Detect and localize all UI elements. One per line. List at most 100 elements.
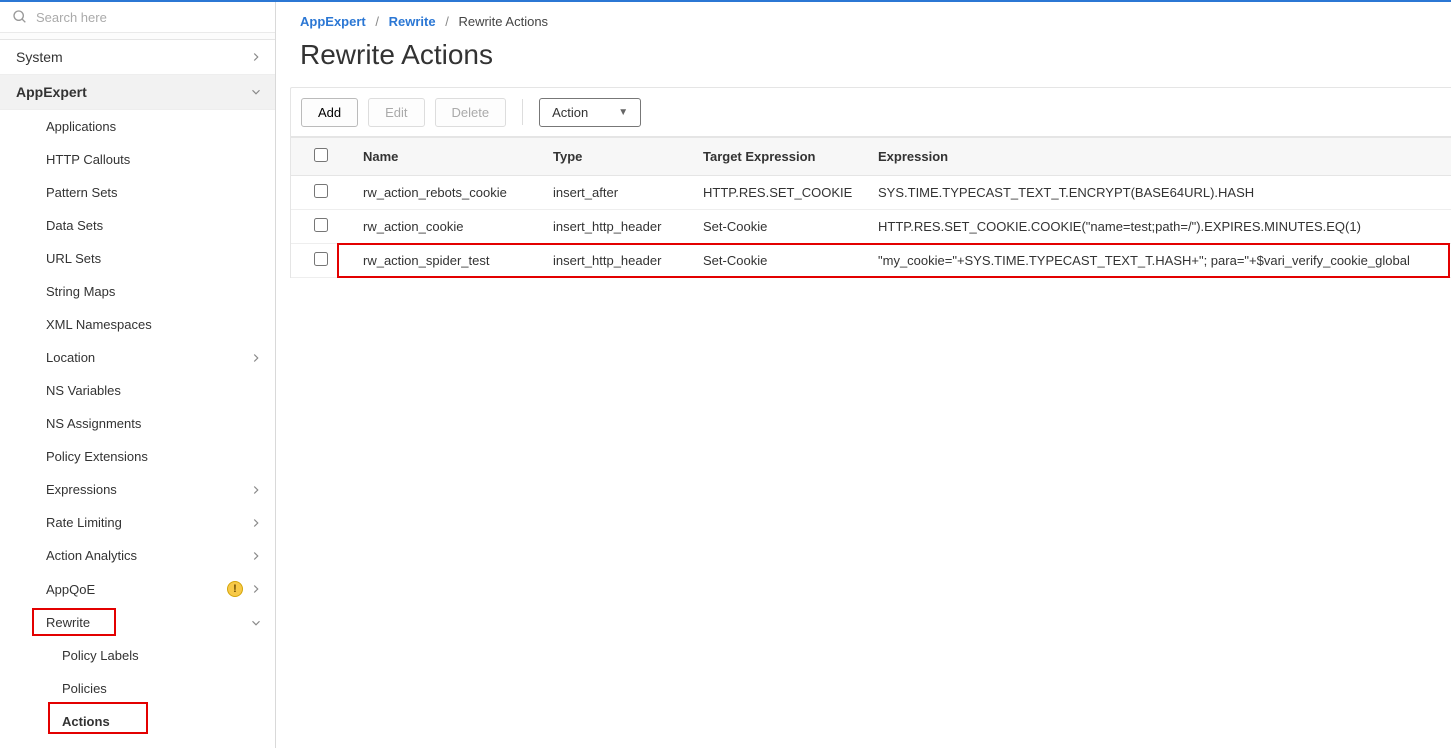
chevron-right-icon (249, 549, 263, 563)
search-icon (12, 9, 28, 25)
toolbar: Add Edit Delete Action ▼ (290, 87, 1451, 137)
sidebar-item-label: Policy Extensions (46, 449, 263, 464)
search-bar[interactable] (0, 2, 275, 33)
add-button[interactable]: Add (301, 98, 358, 127)
sidebar-item-expressions[interactable]: Expressions (0, 473, 275, 506)
sidebar-item-url-sets[interactable]: URL Sets (0, 242, 275, 275)
sidebar-item-label: Location (46, 350, 249, 365)
breadcrumb-sep: / (445, 14, 449, 29)
table-row[interactable]: rw_action_rebots_cookieinsert_afterHTTP.… (291, 176, 1451, 210)
sidebar-item-label: Rate Limiting (46, 515, 249, 530)
breadcrumb-sep: / (375, 14, 379, 29)
sidebar-item-appexpert[interactable]: AppExpert (0, 75, 275, 110)
cell-target: Set-Cookie (691, 210, 866, 244)
cell-target: Set-Cookie (691, 244, 866, 278)
table-row[interactable]: rw_action_spider_testinsert_http_headerS… (291, 244, 1451, 278)
sidebar-item-pattern-sets[interactable]: Pattern Sets (0, 176, 275, 209)
warning-icon: ! (227, 581, 243, 597)
row-checkbox-cell (291, 244, 351, 278)
chevron-right-icon (249, 582, 263, 596)
sidebar-item-label: Applications (46, 119, 263, 134)
edit-button[interactable]: Edit (368, 98, 424, 127)
chevron-right-icon (249, 50, 263, 64)
action-dropdown-label: Action (552, 105, 588, 120)
cell-target: HTTP.RES.SET_COOKIE (691, 176, 866, 210)
cell-name: rw_action_rebots_cookie (351, 176, 541, 210)
sidebar-item-label: URL Sets (46, 251, 263, 266)
annotation-highlight (48, 702, 148, 734)
sidebar-item-policies[interactable]: Policies (0, 672, 275, 705)
sidebar-item-location[interactable]: Location (0, 341, 275, 374)
header-checkbox-cell (291, 138, 351, 176)
sidebar-item-appqoe[interactable]: AppQoE! (0, 572, 275, 606)
sidebar-item-applications[interactable]: Applications (0, 110, 275, 143)
header-type[interactable]: Type (541, 138, 691, 176)
chevron-right-icon (249, 483, 263, 497)
row-checkbox[interactable] (314, 184, 328, 198)
sidebar-item-label: AppExpert (16, 84, 249, 100)
action-dropdown[interactable]: Action ▼ (539, 98, 641, 127)
search-input[interactable] (36, 10, 263, 25)
sidebar-item-label: System (16, 49, 249, 65)
sidebar-item-label: NS Variables (46, 383, 263, 398)
row-checkbox-cell (291, 176, 351, 210)
sidebar-item-rewrite[interactable]: Rewrite (0, 606, 275, 639)
select-all-checkbox[interactable] (314, 148, 328, 162)
breadcrumb-current: Rewrite Actions (458, 14, 548, 29)
sidebar-item-string-maps[interactable]: String Maps (0, 275, 275, 308)
header-expression[interactable]: Expression (866, 138, 1451, 176)
row-checkbox-cell (291, 210, 351, 244)
sidebar-item-label: NS Assignments (46, 416, 263, 431)
sidebar-item-action-analytics[interactable]: Action Analytics (0, 539, 275, 572)
sidebar-item-ns-variables[interactable]: NS Variables (0, 374, 275, 407)
sidebar-item-label: Action Analytics (46, 548, 249, 563)
sidebar-item-label: HTTP Callouts (46, 152, 263, 167)
sidebar-item-label: Data Sets (46, 218, 263, 233)
cell-expression: "my_cookie="+SYS.TIME.TYPECAST_TEXT_T.HA… (866, 244, 1451, 278)
sidebar: System AppExpert Applications HTTP Callouts… (0, 2, 276, 748)
cell-type: insert_http_header (541, 210, 691, 244)
breadcrumb-link-rewrite[interactable]: Rewrite (389, 14, 436, 29)
sidebar-item-data-sets[interactable]: Data Sets (0, 209, 275, 242)
sidebar-item-ns-assignments[interactable]: NS Assignments (0, 407, 275, 440)
caret-down-icon: ▼ (618, 107, 628, 118)
cell-name: rw_action_cookie (351, 210, 541, 244)
sidebar-item-label: Expressions (46, 482, 249, 497)
main-content: AppExpert / Rewrite / Rewrite Actions Re… (276, 2, 1451, 748)
table-container: Name Type Target Expression Expression r… (290, 137, 1451, 278)
chevron-down-icon (249, 85, 263, 99)
row-checkbox[interactable] (314, 218, 328, 232)
chevron-down-icon (249, 616, 263, 630)
breadcrumb: AppExpert / Rewrite / Rewrite Actions (276, 2, 1451, 35)
chevron-right-icon (249, 351, 263, 365)
actions-table: Name Type Target Expression Expression r… (291, 137, 1451, 278)
annotation-highlight (32, 608, 116, 636)
sidebar-item-label: XML Namespaces (46, 317, 263, 332)
sidebar-item-actions[interactable]: Actions (0, 705, 275, 738)
sidebar-item-policy-labels[interactable]: Policy Labels (0, 639, 275, 672)
cell-type: insert_after (541, 176, 691, 210)
sidebar-item-system[interactable]: System (0, 40, 275, 75)
header-name[interactable]: Name (351, 138, 541, 176)
page-title: Rewrite Actions (276, 35, 1451, 87)
row-checkbox[interactable] (314, 252, 328, 266)
breadcrumb-link-appexpert[interactable]: AppExpert (300, 14, 366, 29)
header-target[interactable]: Target Expression (691, 138, 866, 176)
table-row[interactable]: rw_action_cookieinsert_http_headerSet-Co… (291, 210, 1451, 244)
delete-button[interactable]: Delete (435, 98, 507, 127)
sidebar-item-label: Pattern Sets (46, 185, 263, 200)
cell-type: insert_http_header (541, 244, 691, 278)
sidebar-item-policy-extensions[interactable]: Policy Extensions (0, 440, 275, 473)
sidebar-item-label: Policies (62, 681, 263, 696)
sidebar-item-http-callouts[interactable]: HTTP Callouts (0, 143, 275, 176)
cell-name: rw_action_spider_test (351, 244, 541, 278)
sidebar-item-label: AppQoE (46, 582, 227, 597)
toolbar-separator (522, 99, 523, 125)
chevron-right-icon (249, 516, 263, 530)
sidebar-item-rate-limiting[interactable]: Rate Limiting (0, 506, 275, 539)
sidebar-item-label: Policy Labels (62, 648, 263, 663)
sidebar-item-xml-namespaces[interactable]: XML Namespaces (0, 308, 275, 341)
sidebar-item-label: String Maps (46, 284, 263, 299)
cell-expression: SYS.TIME.TYPECAST_TEXT_T.ENCRYPT(BASE64U… (866, 176, 1451, 210)
cell-expression: HTTP.RES.SET_COOKIE.COOKIE("name=test;pa… (866, 210, 1451, 244)
